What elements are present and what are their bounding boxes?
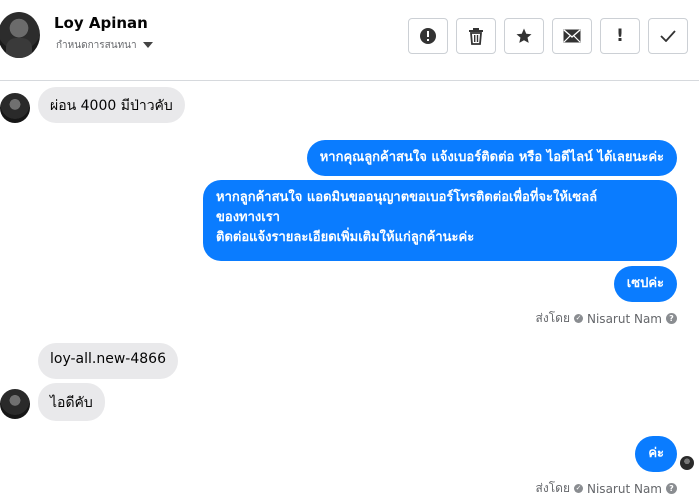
incoming-message[interactable]: loy-all.new-4866	[38, 343, 178, 379]
sent-by-label: ส่งโดย ✓ Nisarut Nam ?	[536, 309, 677, 328]
message-list[interactable]: ผ่อน 4000 มีป่าวคับ หากคุณลูกค้าสนใจ แจ้…	[0, 81, 699, 499]
message-line: หากลูกค้าสนใจ แอดมินขออนุญาตขอเบอร์โทรติ…	[216, 190, 598, 205]
contact-avatar-small	[0, 389, 30, 419]
incoming-message[interactable]: ผ่อน 4000 มีป่าวคับ	[38, 87, 185, 123]
sent-by-text: ส่งโดย	[535, 481, 570, 495]
help-icon[interactable]: ?	[666, 313, 677, 324]
help-icon[interactable]: ?	[666, 483, 677, 494]
message-line: ของทางเรา	[216, 210, 280, 225]
seen-avatar-icon	[680, 456, 694, 470]
agent-name: Nisarut Nam	[587, 311, 662, 326]
contact-avatar[interactable]	[0, 12, 40, 58]
message-line: ติดต่อแจ้งรายละเอียดเพิ่มเติมให้แก่ลูกค้…	[216, 230, 475, 245]
outgoing-message[interactable]: หากลูกค้าสนใจ แอดมินขออนุญาตขอเบอร์โทรติ…	[203, 180, 677, 261]
outgoing-message[interactable]: หากคุณลูกค้าสนใจ แจ้งเบอร์ติดต่อ หรือ ไอ…	[306, 140, 677, 176]
outgoing-message[interactable]: ค่ะ	[635, 436, 677, 472]
trash-icon	[469, 28, 483, 45]
conversation-status-dropdown[interactable]: กำหนดการสนทนา	[56, 38, 153, 53]
star-button[interactable]	[504, 18, 544, 54]
caret-down-icon	[142, 42, 153, 48]
sent-by-text: ส่งโดย	[535, 311, 570, 325]
mark-unread-button[interactable]	[552, 18, 592, 54]
agent-status-icon: ✓	[574, 484, 583, 493]
agent-name: Nisarut Nam	[587, 481, 662, 496]
contact-name[interactable]: Loy Apinan	[54, 14, 148, 32]
exclamation-icon: !	[616, 26, 624, 46]
outgoing-message[interactable]: เซปค่ะ	[613, 266, 677, 302]
conversation-header: Loy Apinan กำหนดการสนทนา !	[0, 0, 699, 81]
conversation-status-label: กำหนดการสนทนา	[56, 40, 137, 51]
report-button[interactable]	[408, 18, 448, 54]
star-icon	[516, 28, 532, 43]
contact-avatar-small	[0, 93, 30, 123]
agent-status-icon: ✓	[574, 314, 583, 323]
check-icon	[660, 30, 676, 42]
mail-icon	[563, 29, 581, 43]
sent-by-label: ส่งโดย ✓ Nisarut Nam ?	[536, 479, 677, 498]
mark-done-button[interactable]	[648, 18, 688, 54]
incoming-message[interactable]: ไอดีคับ	[38, 383, 105, 421]
alert-circle-icon	[420, 28, 436, 44]
flag-button[interactable]: !	[600, 18, 640, 54]
delete-button[interactable]	[456, 18, 496, 54]
